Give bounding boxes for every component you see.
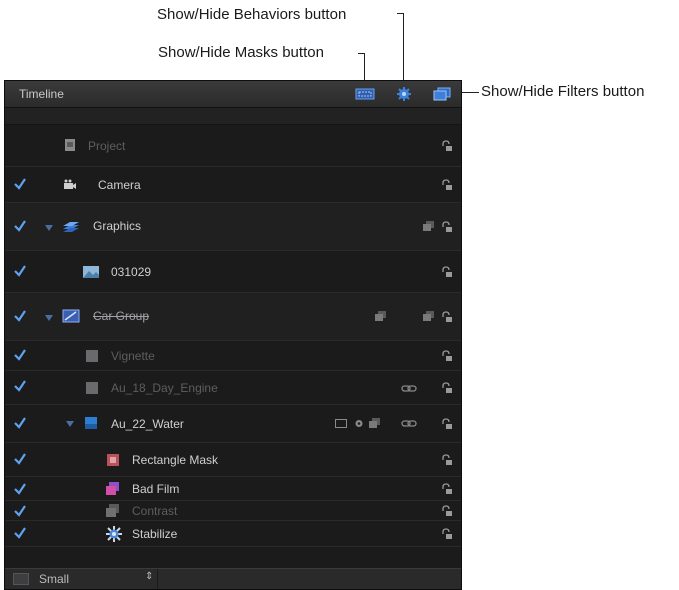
layer-name: Au_22_Water — [111, 417, 184, 431]
chevron-updown-icon[interactable]: ⇕ — [145, 571, 153, 582]
behaviors-toggle-icon[interactable] — [396, 87, 412, 101]
lock-icon[interactable] — [441, 382, 453, 394]
lock-icon[interactable] — [441, 179, 453, 191]
layer-name: Project — [88, 139, 126, 153]
disclosure-triangle-icon[interactable] — [45, 225, 53, 231]
mask-badge-icon[interactable] — [335, 418, 347, 429]
lock-icon[interactable] — [441, 505, 453, 517]
layer-row[interactable]: Camera — [5, 167, 461, 203]
behavior-badge-icon[interactable] — [353, 418, 365, 429]
footer-divider — [157, 569, 158, 589]
disclosure-triangle-icon[interactable] — [45, 315, 53, 321]
mask-icon — [107, 454, 119, 466]
callout-tick-masks — [358, 53, 364, 54]
group-icon — [62, 309, 80, 323]
timeline-ruler — [5, 108, 461, 125]
layer-name: Au_18_Day_Engine — [111, 381, 218, 395]
checkbox-icon[interactable] — [13, 379, 27, 393]
checkbox-icon[interactable] — [13, 264, 27, 278]
filters-toggle-icon[interactable] — [432, 87, 452, 101]
filter-badge-icon[interactable] — [369, 418, 381, 429]
layer-row[interactable]: Au_22_Water — [5, 405, 461, 443]
callout-behaviors: Show/Hide Behaviors button — [157, 6, 347, 23]
checkbox-icon[interactable] — [13, 526, 27, 540]
layer-row[interactable]: Bad Film — [5, 477, 461, 501]
layer-row[interactable]: Au_18_Day_Engine — [5, 371, 461, 405]
layer-icon — [86, 382, 98, 394]
callout-masks: Show/Hide Masks button — [158, 44, 324, 61]
group-row[interactable]: Car Group — [5, 293, 461, 341]
lock-icon[interactable] — [441, 483, 453, 495]
layer-name: Camera — [98, 178, 141, 192]
lock-icon[interactable] — [441, 311, 453, 323]
thumbnail-size-icon — [13, 573, 29, 585]
checkbox-icon[interactable] — [13, 504, 27, 518]
layer-row[interactable]: Stabilize — [5, 521, 461, 547]
group-row[interactable]: Graphics — [5, 203, 461, 251]
layer-name: Rectangle Mask — [132, 453, 219, 467]
checkbox-icon[interactable] — [13, 416, 27, 430]
layer-name: Graphics — [93, 219, 142, 233]
lock-icon[interactable] — [441, 418, 453, 430]
link-icon[interactable] — [401, 418, 417, 429]
lock-icon[interactable] — [441, 266, 453, 278]
lock-icon[interactable] — [441, 140, 453, 152]
checkbox-icon[interactable] — [13, 309, 27, 323]
callout-filters: Show/Hide Filters button — [481, 83, 645, 100]
camera-icon — [64, 179, 76, 189]
group-icon — [63, 222, 79, 232]
checkbox-icon[interactable] — [13, 219, 27, 233]
image-icon — [83, 266, 99, 278]
layer-name: 031029 — [111, 265, 152, 279]
layer-icon — [86, 350, 98, 362]
callout-line-behaviors — [403, 13, 404, 90]
checkbox-icon[interactable] — [13, 452, 27, 466]
filter-badge-icon[interactable] — [423, 221, 435, 232]
lock-icon[interactable] — [441, 528, 453, 540]
layer-name: Contrast — [132, 504, 178, 518]
callout-tick-behaviors — [397, 13, 403, 14]
layer-row[interactable]: Project — [5, 125, 461, 167]
filter-badge-icon[interactable] — [375, 311, 387, 322]
filter-icon — [106, 504, 119, 517]
layer-row[interactable]: Contrast — [5, 501, 461, 521]
behavior-icon — [106, 526, 122, 542]
checkbox-icon[interactable] — [13, 348, 27, 362]
layer-name: Car Group — [93, 309, 150, 323]
layer-row[interactable]: 031029 — [5, 251, 461, 293]
layer-name: Bad Film — [132, 482, 180, 496]
filter-icon — [106, 482, 119, 495]
timeline-titlebar: Timeline — [5, 81, 461, 108]
masks-toggle-icon[interactable] — [355, 87, 375, 101]
timeline-panel: Timeline Project Camera Graphics 031029 … — [4, 80, 462, 590]
disclosure-triangle-icon[interactable] — [66, 421, 74, 427]
timeline-footer: Small ⇕ — [5, 568, 461, 589]
checkbox-icon[interactable] — [13, 177, 27, 191]
layer-name: Stabilize — [132, 527, 178, 541]
row-size-select[interactable]: Small — [39, 572, 69, 586]
layer-name: Vignette — [111, 349, 155, 363]
layer-icon — [85, 417, 97, 429]
lock-icon[interactable] — [441, 454, 453, 466]
layer-row[interactable]: Rectangle Mask — [5, 443, 461, 477]
filter-badge-icon[interactable] — [423, 311, 435, 322]
project-icon — [65, 139, 75, 151]
timeline-title: Timeline — [19, 87, 64, 101]
layer-row[interactable]: Vignette — [5, 341, 461, 371]
lock-icon[interactable] — [441, 221, 453, 233]
link-icon[interactable] — [401, 383, 417, 394]
checkbox-icon[interactable] — [13, 482, 27, 496]
lock-icon[interactable] — [441, 350, 453, 362]
